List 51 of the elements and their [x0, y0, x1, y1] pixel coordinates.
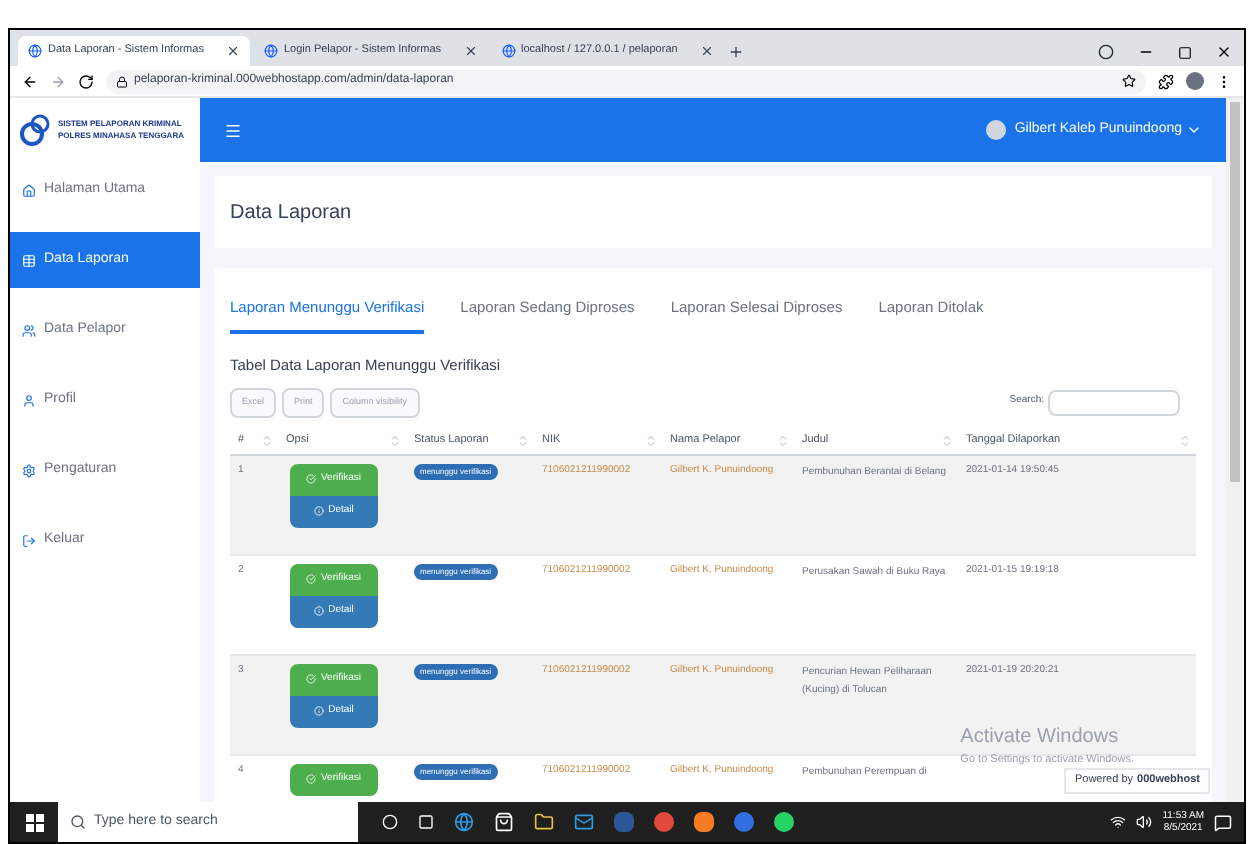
maximize-icon[interactable]	[1178, 45, 1192, 59]
check-icon	[306, 574, 317, 584]
check-icon	[306, 774, 317, 784]
avatar-icon[interactable]	[1186, 72, 1204, 90]
page-title: Data Laporan	[230, 199, 352, 227]
user-icon	[22, 393, 36, 407]
scrollbar-thumb[interactable]	[1230, 102, 1240, 482]
caret-icon[interactable]	[1186, 122, 1202, 138]
mail-icon[interactable]	[574, 812, 594, 832]
table-icon	[22, 253, 36, 267]
logo-icon	[18, 114, 54, 146]
sort-icon	[516, 433, 530, 447]
activation-title: Activate Windows	[960, 723, 1121, 752]
settings-icon	[22, 463, 36, 477]
sort-icon	[940, 433, 954, 447]
logout-icon	[22, 533, 36, 547]
close-icon[interactable]	[699, 44, 714, 58]
users-icon	[22, 323, 36, 337]
star-icon[interactable]	[1122, 74, 1136, 88]
start-icon[interactable]	[25, 813, 43, 831]
close-icon[interactable]	[463, 44, 478, 58]
volume-icon[interactable]	[1136, 814, 1153, 830]
folder-icon[interactable]	[534, 812, 554, 832]
globe-icon	[28, 44, 42, 58]
search-icon	[70, 814, 86, 830]
sort-icon	[260, 433, 274, 447]
lock-icon	[116, 75, 128, 87]
task-view-icon[interactable]	[382, 814, 398, 830]
close-icon[interactable]	[1216, 44, 1232, 60]
close-icon[interactable]	[225, 44, 240, 58]
home-icon	[22, 183, 36, 197]
extension-icon[interactable]	[1158, 73, 1174, 89]
check-icon	[306, 474, 317, 484]
info-icon	[314, 706, 325, 716]
network-icon[interactable]	[1110, 814, 1127, 830]
avatar-icon	[986, 120, 1007, 140]
sort-icon	[776, 433, 790, 447]
back-icon[interactable]	[22, 73, 38, 89]
globe-icon	[263, 44, 278, 58]
info-icon	[314, 506, 325, 516]
profile-icon[interactable]	[1098, 44, 1114, 60]
globe-icon	[501, 44, 516, 58]
notification-icon[interactable]	[1214, 813, 1232, 831]
info-icon	[314, 606, 325, 616]
sort-icon	[1178, 433, 1192, 447]
check-icon	[306, 674, 317, 684]
reload-icon[interactable]	[78, 73, 94, 89]
new-tab-icon[interactable]	[727, 44, 744, 60]
sort-icon	[388, 433, 402, 447]
search-field[interactable]	[1048, 389, 1180, 415]
sort-icon	[644, 433, 658, 447]
